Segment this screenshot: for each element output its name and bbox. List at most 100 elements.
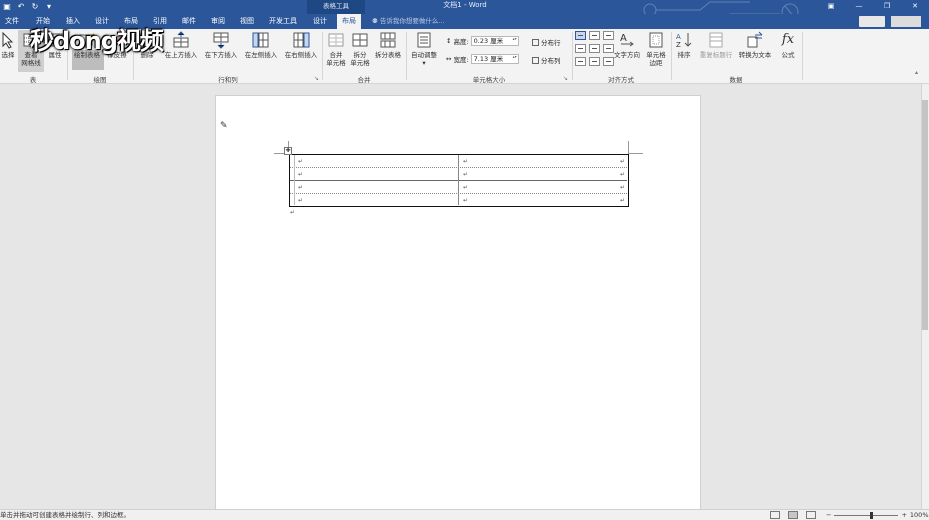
- cell-margins-button[interactable]: 单元格 边距: [643, 29, 669, 67]
- cell-alignment-grid: [575, 31, 614, 66]
- cell-margins-icon: [647, 31, 665, 49]
- row-end-mark: ↵: [620, 197, 626, 204]
- close-icon[interactable]: ✕: [901, 0, 929, 14]
- minimize-icon[interactable]: —: [845, 0, 873, 14]
- cell-end-mark: ↵: [463, 158, 469, 165]
- print-layout-icon[interactable]: [788, 511, 798, 519]
- customize-icon[interactable]: ▾: [42, 0, 56, 14]
- align-middle-left-icon[interactable]: [575, 44, 586, 53]
- tab-table-layout[interactable]: 布局: [337, 14, 361, 29]
- insert-above-icon: [172, 31, 190, 49]
- insert-below-button[interactable]: 在下方插入: [201, 29, 241, 59]
- document-page[interactable]: ✎ ✚ ↵ ↵ ↵ ↵ ↵ ↵ ↵ ↵ ↵ ↵ ↵ ↵ ↵: [215, 95, 701, 509]
- collapse-ribbon-icon[interactable]: ▴: [915, 69, 918, 76]
- restore-icon[interactable]: ❐: [873, 0, 901, 14]
- merge-cells-button[interactable]: 合并 单元格: [324, 29, 348, 67]
- tab-file[interactable]: 文件: [2, 14, 22, 29]
- width-control: ↔ 宽度: 7.13 厘米: [446, 54, 519, 64]
- read-mode-icon[interactable]: [770, 511, 780, 519]
- redo-icon[interactable]: ↻: [28, 0, 42, 14]
- distribute-rows-button[interactable]: 分布行: [532, 37, 561, 47]
- formula-button[interactable]: fx 公式: [777, 29, 799, 59]
- align-middle-center-icon[interactable]: [589, 44, 600, 53]
- insert-left-icon: [252, 31, 270, 49]
- formula-fx-icon: fx: [781, 32, 795, 47]
- select-arrow-icon: [0, 31, 17, 49]
- web-layout-icon[interactable]: [806, 511, 816, 519]
- status-bar: 单击并拖动可创建表格并绘制行、列和边框。 − + 100%: [0, 509, 929, 520]
- rows-cols-launcher-icon[interactable]: ↘: [314, 75, 319, 82]
- group-label-alignment: 对齐方式: [608, 76, 634, 84]
- convert-to-text-icon: [746, 31, 764, 49]
- group-label-table: 表: [29, 76, 37, 84]
- zoom-out-button[interactable]: −: [826, 510, 831, 520]
- svg-text:A: A: [676, 33, 681, 41]
- zoom-control: − + 100%: [826, 510, 929, 520]
- autofit-dropdown-icon: ▾: [422, 59, 426, 67]
- insert-right-button[interactable]: 在右侧插入: [281, 29, 321, 59]
- group-label-draw: 绘图: [93, 76, 107, 84]
- group-separator: [406, 32, 407, 80]
- repeat-header-button[interactable]: 重复标题行: [697, 29, 735, 59]
- sort-button[interactable]: AZ 排序: [674, 29, 694, 59]
- save-icon[interactable]: ▣: [0, 0, 14, 14]
- autofit-button[interactable]: 自动调整 ▾: [408, 29, 440, 67]
- distribute-cols-button[interactable]: 分布列: [532, 55, 561, 65]
- ribbon-options-icon[interactable]: ▣: [817, 0, 845, 14]
- title-bar: ▣ ↶ ↻ ▾ 表格工具 文档1 - Word ▣ — ❐ ✕: [0, 0, 929, 23]
- lightbulb-icon: ⚉: [372, 17, 380, 25]
- sort-az-icon: AZ: [675, 31, 693, 49]
- select-button[interactable]: 选择: [0, 29, 16, 59]
- table-column-divider[interactable]: [458, 155, 459, 205]
- undo-icon[interactable]: ↶: [14, 0, 28, 14]
- paragraph-mark: ↵: [290, 209, 296, 216]
- group-separator: [671, 32, 672, 80]
- height-spinbox[interactable]: 0.23 厘米: [470, 36, 519, 46]
- document-area[interactable]: ✎ ✚ ↵ ↵ ↵ ↵ ↵ ↵ ↵ ↵ ↵ ↵ ↵ ↵ ↵: [0, 84, 921, 509]
- tell-me-text: 告诉我你想要做什么...: [379, 17, 445, 25]
- col-width-icon: ↔: [446, 55, 452, 63]
- tab-view[interactable]: 视图: [236, 14, 258, 29]
- vertical-scrollbar-thumb[interactable]: [922, 100, 928, 330]
- account-button[interactable]: [859, 16, 885, 27]
- tab-review[interactable]: 审阅: [207, 14, 229, 29]
- cell-end-mark: ↵: [298, 184, 304, 191]
- tab-mailings[interactable]: 邮件: [178, 14, 200, 29]
- align-bottom-left-icon[interactable]: [575, 57, 586, 66]
- text-direction-icon: A: [618, 31, 636, 49]
- align-top-left-icon[interactable]: [575, 31, 586, 40]
- cell-end-mark: ↵: [298, 171, 304, 178]
- cell-end-mark: ↵: [463, 184, 469, 191]
- cell-size-launcher-icon[interactable]: ↘: [563, 75, 568, 82]
- share-button[interactable]: [891, 16, 921, 27]
- zoom-slider[interactable]: [834, 511, 899, 519]
- insert-left-button[interactable]: 在左侧插入: [241, 29, 281, 59]
- width-spinbox[interactable]: 7.13 厘米: [470, 54, 519, 64]
- zoom-level[interactable]: 100%: [910, 510, 929, 520]
- text-direction-button[interactable]: A 文字方向: [612, 29, 642, 59]
- tell-me-box[interactable]: ⚉ 告诉我你想要做什么...: [372, 14, 445, 28]
- split-table-button[interactable]: 拆分表格: [372, 29, 404, 59]
- group-label-cell-size: 单元格大小: [472, 76, 506, 84]
- word-table[interactable]: ✚ ↵ ↵ ↵ ↵ ↵ ↵ ↵ ↵ ↵ ↵ ↵ ↵: [284, 147, 629, 207]
- zoom-in-button[interactable]: +: [901, 510, 906, 520]
- convert-to-text-button[interactable]: 转换为文本: [735, 29, 775, 59]
- insert-above-button[interactable]: 在上方插入: [161, 29, 201, 59]
- align-bottom-center-icon[interactable]: [589, 57, 600, 66]
- tab-table-design[interactable]: 设计: [309, 14, 331, 29]
- context-tab-title: 表格工具: [307, 0, 365, 14]
- tab-developer[interactable]: 开发工具: [265, 14, 301, 29]
- table-move-handle-icon[interactable]: ✚: [284, 147, 292, 155]
- align-top-center-icon[interactable]: [589, 31, 600, 40]
- view-buttons: [770, 510, 816, 519]
- row-end-mark: ↵: [620, 158, 626, 165]
- status-message: 单击并拖动可创建表格并绘制行、列和边框。: [0, 511, 130, 519]
- split-cells-button[interactable]: 拆分 单元格: [348, 29, 372, 67]
- zoom-slider-thumb[interactable]: [870, 511, 874, 519]
- row-height-icon: ↕: [446, 37, 452, 45]
- table-left-inner-border: [294, 155, 295, 205]
- document-title: 文档1 - Word: [443, 1, 487, 9]
- row-end-mark: ↵: [620, 184, 626, 191]
- group-separator: [572, 32, 573, 80]
- autofit-icon: [415, 31, 433, 49]
